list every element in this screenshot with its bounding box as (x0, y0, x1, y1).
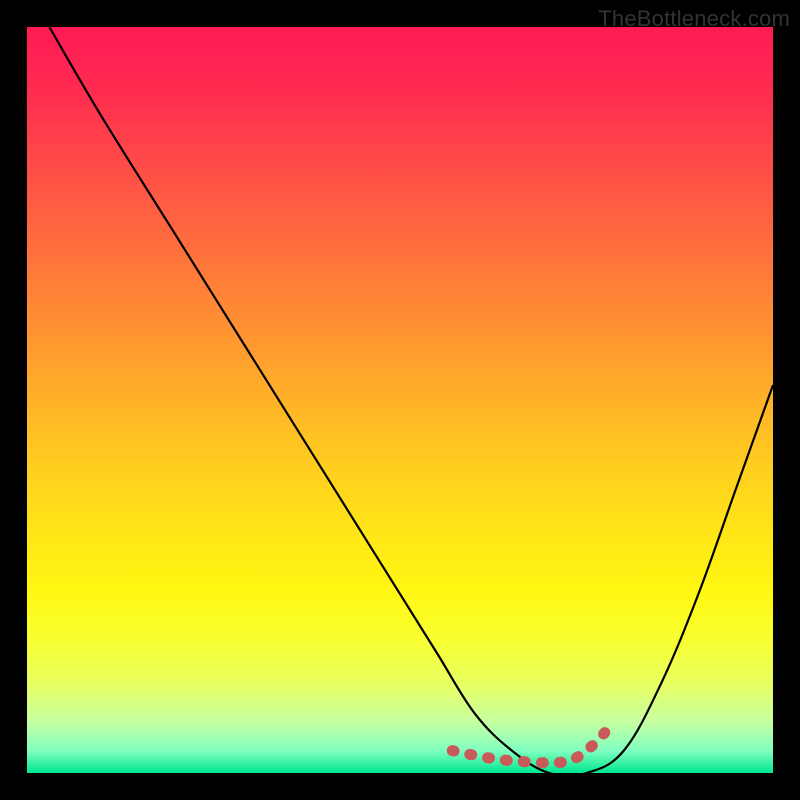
chart-svg (27, 27, 773, 773)
chart-plot-area (27, 27, 773, 773)
optimal-zone-marker-line (452, 728, 609, 763)
bottleneck-curve-line (49, 27, 773, 773)
watermark-text: TheBottleneck.com (598, 6, 790, 32)
